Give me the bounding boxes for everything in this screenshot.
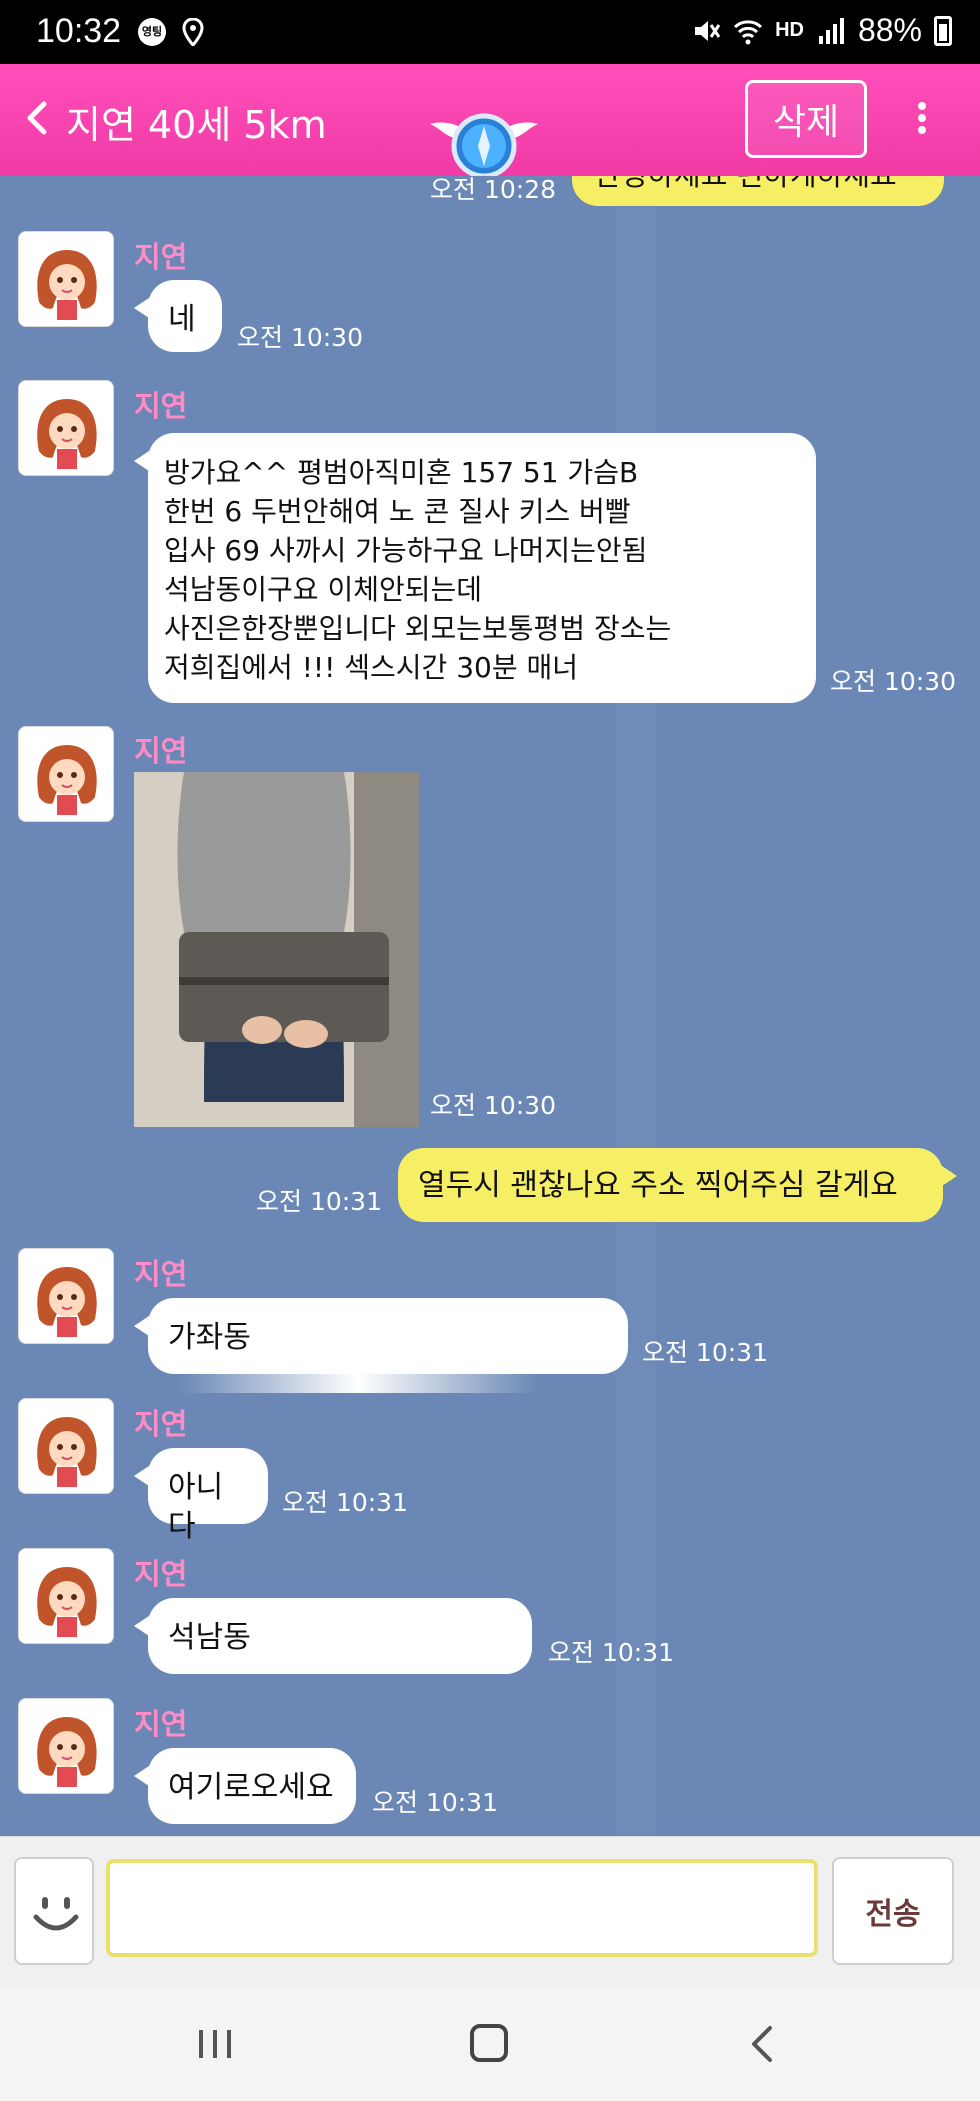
message-time: 오전 10:28 [430, 176, 556, 204]
home-icon[interactable] [470, 2024, 508, 2062]
message-line: 저희집에서 !!! 섹스시간 30분 매너 [164, 651, 579, 684]
smiley-icon [33, 1897, 79, 1931]
girl-avatar-icon [37, 1567, 97, 1637]
avatar[interactable] [18, 380, 114, 476]
battery-percent: 88% [857, 12, 922, 48]
sender-name: 지연 [134, 240, 188, 274]
send-button[interactable]: 전송 [832, 1857, 954, 1965]
mute-icon [695, 20, 721, 41]
girl-avatar-icon [37, 745, 97, 815]
app-badge-icon: 영팅 [138, 18, 166, 46]
message-line: 입사 69 사까시 가능하구요 나머지는안됨 [164, 534, 648, 567]
location-icon [182, 18, 204, 46]
message-bubble-incoming: 가좌동 [134, 1298, 628, 1393]
emoji-button[interactable] [14, 1857, 94, 1965]
message-time: 오전 10:31 [372, 1788, 498, 1817]
message-text: 여기로오세요 [168, 1770, 334, 1805]
message-line: 방가요^^ 평범아직미혼 157 51 가슴B [164, 456, 639, 489]
system-nav-bar [0, 1986, 980, 2101]
chat-area[interactable]: 오전 10:28 안녕하세요 편하게하세요 지연 네 오전 10:30 지연 방… [0, 176, 980, 1836]
nav-back-icon[interactable] [748, 2024, 774, 2064]
message-bubble-outgoing: 안녕하세요 편하게하세요 [572, 176, 944, 206]
message-time: 오전 10:30 [430, 1091, 556, 1120]
girl-avatar-icon [37, 1267, 97, 1337]
chat-title: 지연 40세 5km [66, 103, 327, 147]
avatar[interactable] [18, 1248, 114, 1344]
message-text: 안녕하세요 편하게하세요 [594, 176, 897, 192]
shared-photo[interactable] [134, 772, 419, 1127]
girl-avatar-icon [37, 399, 97, 469]
message-bubble-outgoing: 열두시 괜찮나요 주소 찍어주심 갈게요 [398, 1148, 957, 1222]
message-text: 석남동 [168, 1620, 251, 1655]
redacted-text [178, 1362, 538, 1393]
message-bubble-incoming: 방가요^^ 평범아직미혼 157 51 가슴B 한번 6 두번안해여 노 콘 질… [134, 433, 816, 703]
message-input[interactable] [106, 1859, 818, 1957]
sender-name: 지연 [134, 1557, 188, 1591]
girl-avatar-icon [37, 1717, 97, 1787]
message-line: 사진은한장뿐입니다 외모는보통평범 장소는 [164, 612, 672, 645]
message-text: 네 [168, 302, 196, 337]
chat-header: 지연 40세 5km 삭제 [0, 64, 980, 179]
message-bubble-incoming: 석남동 [134, 1598, 532, 1674]
message-time: 오전 10:31 [642, 1338, 768, 1367]
delete-button[interactable]: 삭제 [745, 80, 867, 158]
sender-name: 지연 [134, 1257, 188, 1291]
photo-image-icon [134, 772, 419, 1127]
back-arrow-icon[interactable] [22, 98, 52, 138]
avatar[interactable] [18, 1398, 114, 1494]
more-options-icon[interactable] [910, 98, 934, 144]
status-bar: 10:32 영팅 HD 88% [0, 0, 980, 64]
message-bubble-incoming: 여기로오세요 [134, 1748, 356, 1824]
sender-name: 지연 [134, 734, 188, 768]
signal-icon [818, 17, 844, 44]
hd-voice-label: HD [775, 19, 804, 41]
message-time: 오전 10:30 [237, 323, 363, 352]
message-line: 한번 6 두번안해여 노 콘 질사 키스 버빨 [164, 495, 631, 528]
message-time: 오전 10:31 [282, 1488, 408, 1517]
message-line: 석남동이구요 이체안되는데 [164, 573, 483, 606]
status-time: 10:32 [36, 12, 122, 50]
message-text: 가좌동 [168, 1320, 251, 1355]
girl-avatar-icon [37, 250, 97, 320]
message-time: 오전 10:31 [548, 1638, 674, 1667]
sender-name: 지연 [134, 1707, 188, 1741]
sender-name: 지연 [134, 1407, 188, 1441]
message-time: 오전 10:31 [256, 1187, 382, 1216]
sender-name: 지연 [134, 389, 188, 423]
status-right: HD 88% [691, 12, 952, 49]
message-bubble-incoming: 아니다 [134, 1448, 268, 1544]
message-input-bar: 전송 [0, 1836, 980, 1986]
winged-compass-logo-icon [430, 113, 538, 179]
message-time: 오전 10:30 [830, 667, 956, 696]
wifi-icon [734, 19, 763, 44]
message-bubble-incoming: 네 [134, 280, 222, 352]
avatar[interactable] [18, 1698, 114, 1794]
avatar[interactable] [18, 726, 114, 822]
message-text: 열두시 괜찮나요 주소 찍어주심 갈게요 [418, 1168, 898, 1203]
avatar[interactable] [18, 231, 114, 327]
redacted-text [260, 1623, 511, 1654]
girl-avatar-icon [37, 1417, 97, 1487]
battery-icon [934, 15, 952, 46]
avatar[interactable] [18, 1548, 114, 1644]
message-text: 아니다 [168, 1470, 224, 1544]
recent-apps-icon[interactable] [197, 2028, 233, 2060]
